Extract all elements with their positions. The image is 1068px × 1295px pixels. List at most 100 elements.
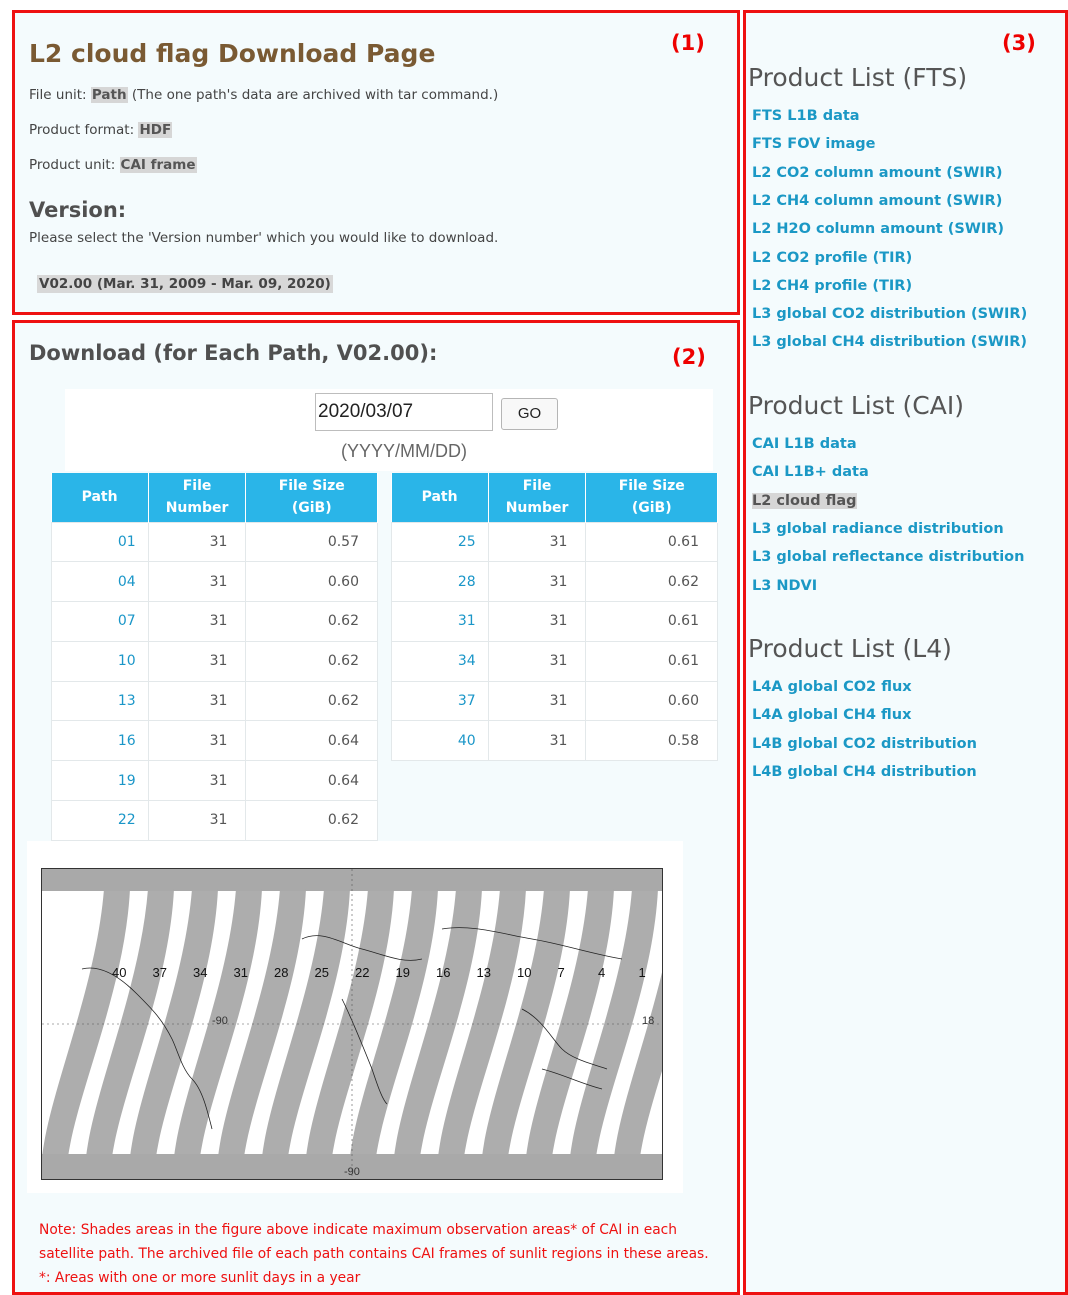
table-row: 19 31 0.64 [51, 760, 378, 802]
product-link[interactable]: L4A global CO2 flux [752, 679, 912, 695]
product-link[interactable]: L3 global radiance distribution [752, 521, 1004, 537]
note-line-1: Note: Shades areas in the figure above i… [39, 1222, 677, 1238]
path-link[interactable]: 37 [391, 680, 489, 722]
file-size-cell: 0.62 [245, 601, 378, 642]
go-button[interactable]: GO [501, 398, 558, 430]
path-link[interactable]: 28 [391, 561, 489, 603]
file-number-cell: 31 [147, 800, 247, 841]
path-label: 1 [639, 965, 646, 980]
table-row: 07 31 0.62 [51, 601, 378, 642]
file-size-cell: 0.61 [585, 640, 718, 682]
path-link[interactable]: 04 [51, 561, 149, 603]
product-link[interactable]: L4A global CH4 flux [752, 707, 911, 723]
product-link[interactable]: FTS L1B data [752, 108, 860, 124]
product-link[interactable]: L3 global CH4 distribution (SWIR) [752, 334, 1027, 350]
panel-marker-1: (1) [671, 31, 705, 55]
file-number-cell: 31 [147, 720, 247, 762]
file-size-cell: 0.62 [585, 561, 718, 603]
lat-label-bottom: -90 [344, 1166, 360, 1178]
fts-list-heading: Product List (FTS) [748, 63, 968, 92]
path-link[interactable]: 40 [391, 720, 489, 762]
table-row: 28 31 0.62 [391, 561, 718, 603]
file-size-cell: 0.61 [585, 601, 718, 642]
file-number-cell: 31 [487, 640, 587, 682]
product-link[interactable]: L2 CO2 profile (TIR) [752, 250, 912, 266]
product-link[interactable]: L4B global CO2 distribution [752, 736, 977, 752]
product-link[interactable]: CAI L1B+ data [752, 464, 869, 480]
date-format-hint: (YYYY/MM/DD) [341, 441, 467, 461]
map-note: Note: Shades areas in the figure above i… [39, 1218, 739, 1290]
file-size-cell: 0.57 [245, 521, 378, 563]
file-size-cell: 0.62 [245, 800, 378, 841]
path-label: 25 [315, 965, 329, 980]
path-label: 28 [274, 965, 288, 980]
note-line-2: satellite path. The archived file of eac… [39, 1246, 709, 1262]
table-row: 37 31 0.60 [391, 680, 718, 722]
file-size-cell: 0.62 [245, 680, 378, 722]
path-link[interactable]: 07 [51, 601, 149, 642]
table-row: 01 31 0.57 [51, 521, 378, 563]
path-table-right: Path File Number File Size (GiB) 25 31 0.61 2… [391, 473, 718, 762]
col-file-size: File Size (GiB) [245, 473, 378, 522]
path-link[interactable]: 13 [51, 680, 149, 722]
col-path: Path [51, 473, 149, 522]
product-link[interactable]: L3 global CO2 distribution (SWIR) [752, 306, 1027, 322]
product-link[interactable]: FTS FOV image [752, 136, 875, 152]
product-link[interactable]: L2 CH4 column amount (SWIR) [752, 193, 1002, 209]
file-number-cell: 31 [487, 601, 587, 642]
path-link[interactable]: 22 [51, 800, 149, 841]
path-label: 7 [558, 965, 565, 980]
path-label: 40 [112, 965, 126, 980]
col-path: Path [391, 473, 489, 522]
product-format-line: Product format: HDF [29, 122, 173, 138]
path-coverage-map-svg: 40 37 34 31 28 25 22 19 16 13 10 7 4 1 -90 18 -90 [42, 869, 702, 1179]
path-label: 22 [355, 965, 369, 980]
path-label: 16 [436, 965, 450, 980]
file-number-cell: 31 [487, 521, 587, 563]
download-heading: Download (for Each Path, V02.00): [29, 341, 438, 365]
product-link[interactable]: L3 global reflectance distribution [752, 549, 1024, 565]
file-unit-value: Path [90, 87, 128, 103]
date-input[interactable]: 2020/03/07 [315, 393, 493, 431]
table-row: 16 31 0.64 [51, 720, 378, 762]
table-row: 34 31 0.61 [391, 640, 718, 682]
path-table-left: Path File Number File Size (GiB) 01 31 0.57 0… [51, 473, 378, 841]
download-panel: (2) Download (for Each Path, V02.00): 20… [12, 320, 740, 1295]
path-label: 19 [396, 965, 410, 980]
path-link[interactable]: 01 [51, 521, 149, 563]
product-link[interactable]: L2 CO2 column amount (SWIR) [752, 165, 1003, 181]
file-size-cell: 0.60 [245, 561, 378, 603]
product-link[interactable]: L2 CH4 profile (TIR) [752, 278, 912, 294]
path-link[interactable]: 25 [391, 521, 489, 563]
product-link[interactable]: L4B global CH4 distribution [752, 764, 977, 780]
version-option-v02[interactable]: V02.00 (Mar. 31, 2009 - Mar. 09, 2020) [37, 275, 333, 293]
path-link[interactable]: 10 [51, 640, 149, 682]
path-link[interactable]: 19 [51, 760, 149, 802]
product-unit-line: Product unit: CAI frame [29, 157, 197, 173]
file-number-cell: 31 [487, 561, 587, 603]
cai-list-heading: Product List (CAI) [748, 391, 964, 420]
path-link[interactable]: 34 [391, 640, 489, 682]
product-link[interactable]: L2 H2O column amount (SWIR) [752, 221, 1004, 237]
file-number-cell: 31 [147, 601, 247, 642]
table-row: 13 31 0.62 [51, 680, 378, 722]
table-row: 04 31 0.60 [51, 561, 378, 603]
path-link[interactable]: 31 [391, 601, 489, 642]
path-label: 13 [477, 965, 491, 980]
product-list-sidebar: (3) Product List (FTS) Product List (CAI… [743, 10, 1068, 1295]
product-unit-value: CAI frame [119, 157, 197, 173]
product-link[interactable]: L2 cloud flag [752, 492, 857, 509]
path-label: 37 [153, 965, 167, 980]
file-unit-line: File unit: Path (The one path's data are… [29, 87, 499, 103]
file-number-cell: 31 [487, 720, 587, 762]
panel-marker-2: (2) [672, 345, 706, 369]
path-link[interactable]: 16 [51, 720, 149, 762]
path-label: 34 [193, 965, 207, 980]
version-heading: Version: [29, 198, 127, 222]
file-number-cell: 31 [487, 680, 587, 722]
lon-label-right: 18 [642, 1015, 654, 1027]
product-link[interactable]: L3 NDVI [752, 578, 817, 594]
l4-list-heading: Product List (L4) [748, 634, 952, 663]
product-link[interactable]: CAI L1B data [752, 436, 857, 452]
file-size-cell: 0.64 [245, 720, 378, 762]
